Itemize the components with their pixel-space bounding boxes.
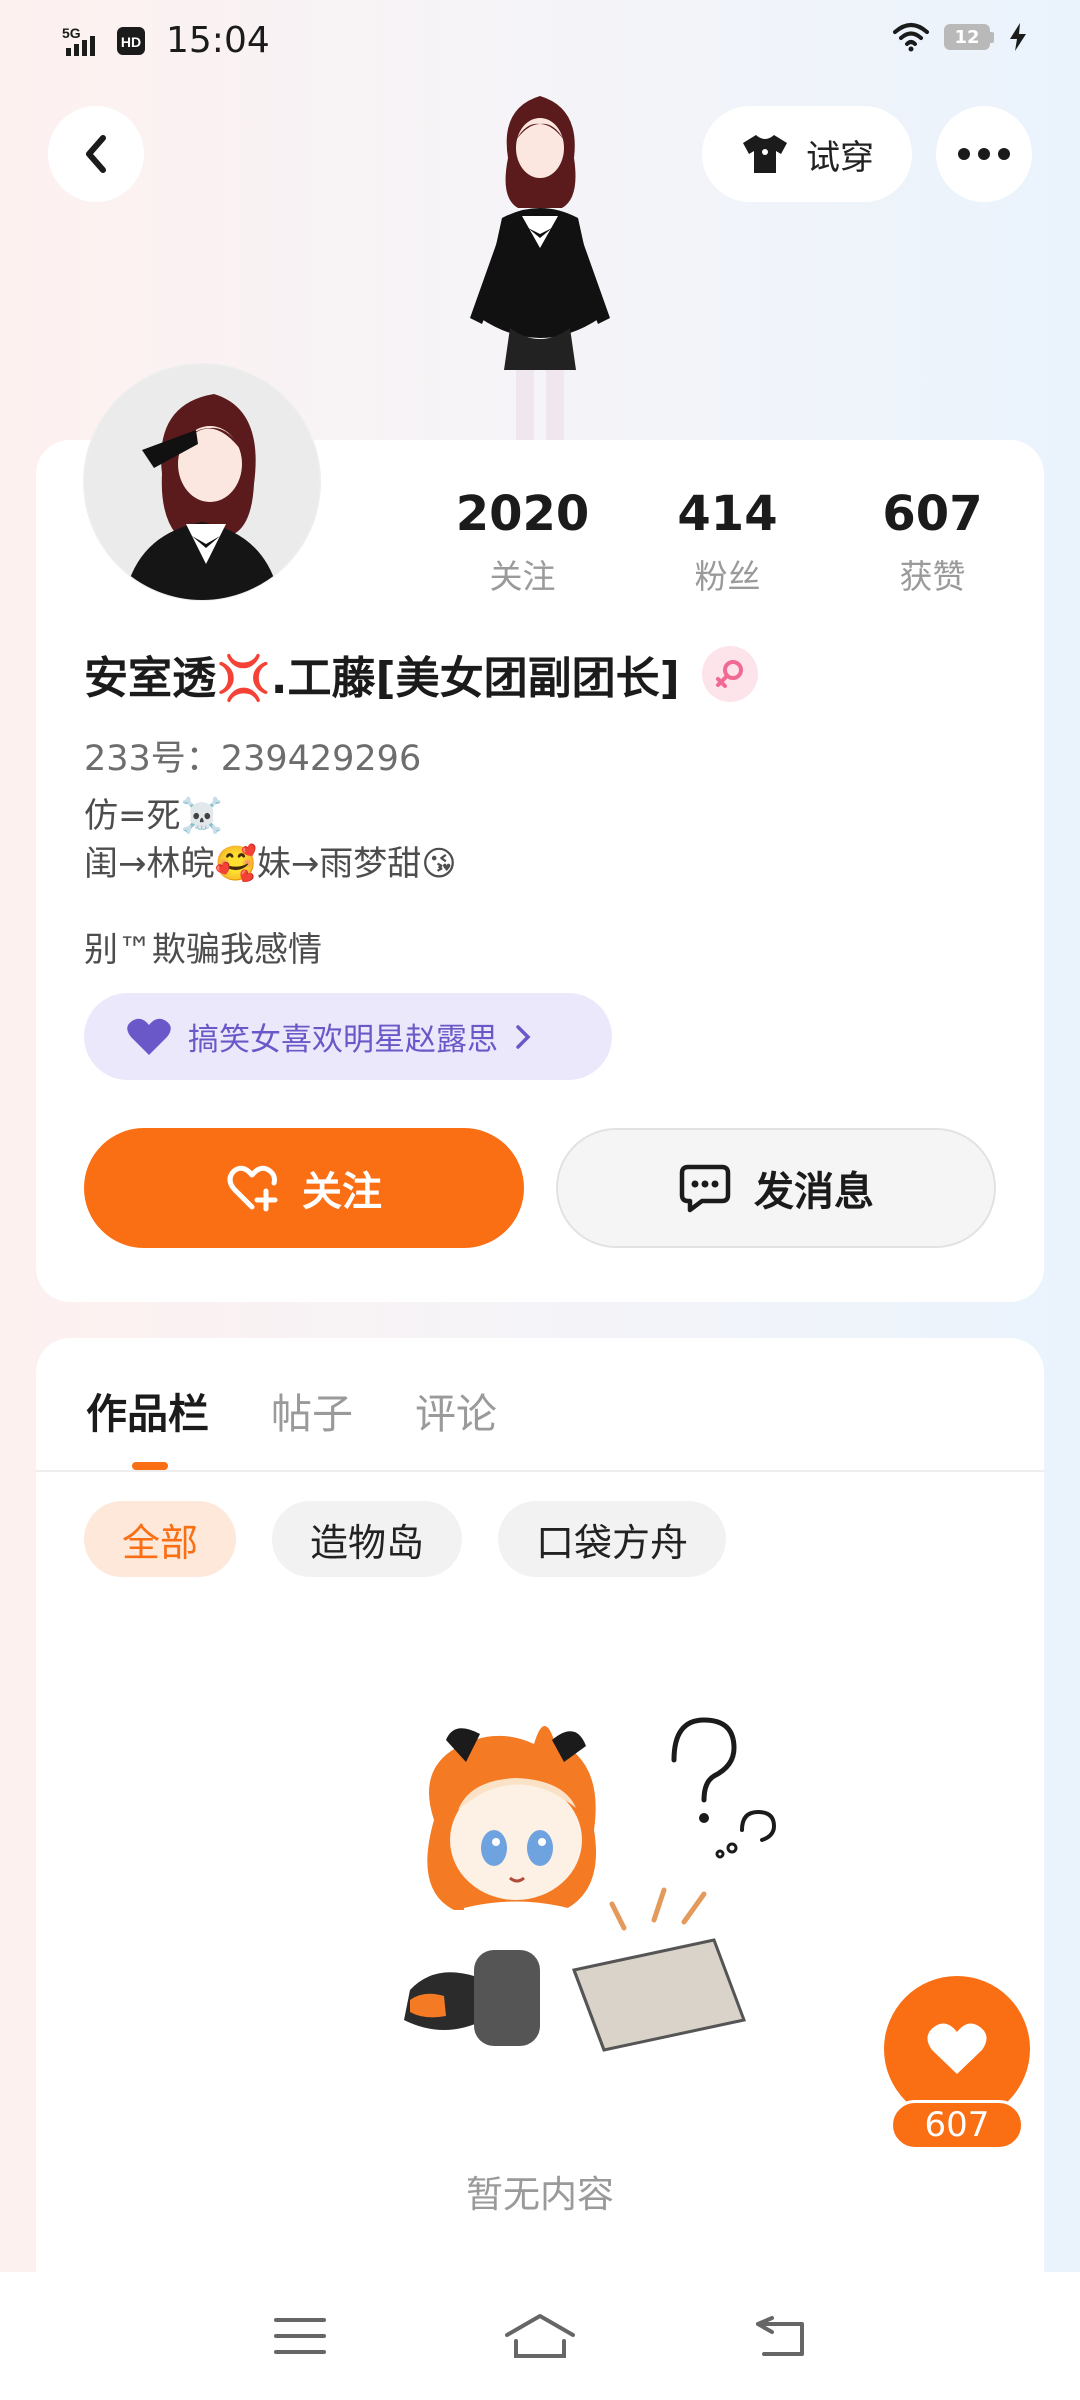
heart-icon [127,1018,171,1055]
avatar-image [84,364,320,600]
like-count-badge: 607 [890,2100,1024,2150]
bio: 仿=死☠️ 闺→林皖🥰妹→雨梦甜😘 [84,792,457,888]
nickname-row: 安室透💢.工藤[美女团副团长] [84,642,758,706]
try-on-label: 试穿 [806,137,874,178]
back-arrow-icon [86,135,106,173]
more-dots-icon [958,148,1010,160]
back-icon [756,2316,804,2356]
content-tabs: 作品栏 帖子 评论 [86,1380,497,1440]
stat-value: 2020 [455,486,590,542]
system-nav-bar [0,2272,1080,2400]
filter-chip-creation-island[interactable]: 造物岛 [272,1501,463,1577]
menu-icon [274,2318,326,2354]
hd-icon: HD [117,26,145,55]
tab-posts[interactable]: 帖子 [271,1380,353,1440]
network-label: 5G [62,25,81,41]
follow-label: 关注 [302,1169,382,1215]
empty-state-text: 暂无内容 [466,2173,614,2216]
follow-button[interactable]: 关注 [84,1128,524,1248]
tshirt-icon [743,135,787,173]
filter-chip-pocket-ark[interactable]: 口袋方舟 [498,1501,727,1577]
status-time: 15:04 [166,20,270,61]
tab-comments[interactable]: 评论 [415,1380,497,1440]
follow-heart-plus-icon [227,1165,278,1212]
stat-value: 607 [882,486,983,542]
back-button[interactable] [48,106,144,202]
wifi-icon [893,23,929,52]
stat-followers[interactable]: 414 粉丝 [625,484,830,598]
nav-back-button[interactable] [740,2306,820,2366]
avatar[interactable] [84,364,320,600]
filter-chips: 全部 造物岛 口袋方舟 [84,1501,727,1577]
tab-works[interactable]: 作品栏 [86,1380,209,1440]
empty-state-illustration [404,1717,777,2052]
user-id: 233号：239429296 [84,739,422,779]
female-icon [701,646,758,702]
tabs-divider [36,1470,1044,1472]
fan-tag-chip[interactable]: 搞笑女喜欢明星赵露思 [84,993,612,1080]
tab-indicator [132,1462,168,1470]
heart-icon [927,2023,987,2074]
try-on-button[interactable]: 试穿 [702,106,912,202]
profile-stats: 2020 关注 414 粉丝 607 获赞 [420,484,1040,598]
content-card: 作品栏 帖子 评论 全部 造物岛 口袋方舟 暂无内容 [36,1338,1044,2400]
stat-value: 414 [677,486,778,542]
stat-label: 获赞 [899,557,966,596]
home-icon [505,2314,575,2358]
signature: 别™欺骗我感情 [84,930,322,970]
chevron-right-icon [516,1024,531,1049]
send-message-button[interactable]: 发消息 [556,1128,996,1248]
stat-following[interactable]: 2020 关注 [420,484,625,598]
bio-line: 闺→林皖🥰妹→雨梦甜😘 [84,844,457,884]
battery-indicator: 12 [944,24,994,50]
signal-icon: 5G [62,25,95,56]
avatar-full-body-figure [470,96,610,443]
stat-label: 粉丝 [694,557,761,596]
nav-menu-button[interactable] [260,2306,340,2366]
charging-icon [1010,23,1026,51]
battery-level: 12 [944,24,990,50]
stat-label: 关注 [489,557,556,596]
nav-home-button[interactable] [500,2306,580,2366]
status-bar: 5G HD 15:04 12 [0,0,1080,86]
bio-line: 仿=死☠️ [84,796,223,836]
more-options-button[interactable] [936,106,1032,202]
stat-likes[interactable]: 607 获赞 [830,484,1035,598]
send-message-label: 发消息 [754,1169,874,1215]
svg-text:HD: HD [121,34,141,50]
chat-bubble-icon [679,1164,731,1213]
fan-tag-label: 搞笑女喜欢明星赵露思 [188,1022,498,1058]
filter-chip-all[interactable]: 全部 [84,1501,237,1577]
nickname: 安室透💢.工藤[美女团副团长] [84,653,680,704]
